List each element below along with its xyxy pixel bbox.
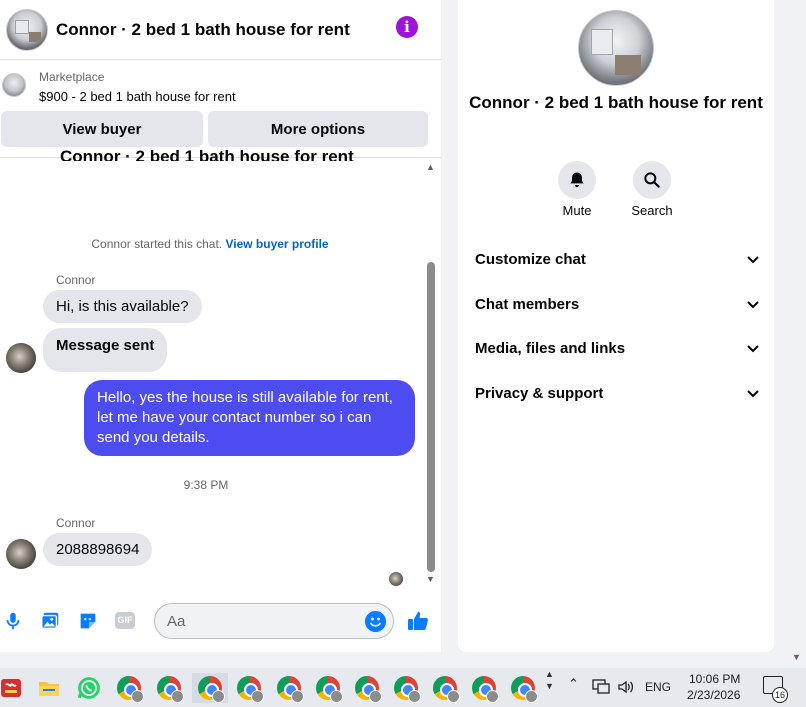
taskbar-chrome-profile[interactable] [508,673,538,703]
search-button[interactable] [633,161,671,199]
listing-avatar[interactable] [6,8,48,51]
taskbar-chrome-profile[interactable] [469,673,499,703]
mute-button[interactable] [558,161,596,199]
network-icon[interactable] [592,679,610,695]
customize-chat-section[interactable]: Customize chat [475,244,760,274]
emoji-icon[interactable] [365,611,386,632]
chrome-icon [433,676,460,703]
taskbar-chrome-profile[interactable] [234,673,264,703]
view-buyer-profile-link[interactable]: View buyer profile [225,237,328,251]
chat-panel: Connor · 2 bed 1 bath house for rent i M… [0,0,441,652]
chat-title[interactable]: Connor · 2 bed 1 bath house for rent [56,20,350,40]
search-icon [644,172,660,188]
taskbar-chrome-profile[interactable] [274,673,304,703]
incoming-message[interactable]: Hi, is this available? [43,290,202,323]
section-label: Chat members [475,295,580,313]
message-timestamp: 9:38 PM [183,478,229,492]
show-hidden-icons-chevron-icon[interactable]: ⌃ [568,676,579,692]
section-label: Customize chat [475,250,586,268]
listing-avatar-large[interactable] [578,10,654,86]
page-scroll-down-icon[interactable]: ▼ [792,652,801,662]
photo-icon[interactable] [39,610,61,632]
scroll-up-icon[interactable]: ▲ [426,162,435,172]
volume-icon[interactable] [617,679,635,695]
section-label: Privacy & support [475,384,604,402]
chrome-icon [198,676,225,703]
taskbar-whatsapp[interactable] [74,673,104,703]
connor-avatar[interactable] [6,539,36,569]
message-input[interactable] [154,603,394,639]
media-files-links-section[interactable]: Media, files and links [475,333,760,363]
search-label: Search [631,203,673,218]
conversation-info-panel: Connor · 2 bed 1 bath house for rent Mut… [458,0,774,652]
chat-scrollbar[interactable]: ▲ ▼ [424,162,438,586]
incoming-message[interactable]: 2088898694 [43,533,153,566]
incoming-message[interactable]: Message sent [43,328,168,372]
chat-members-section[interactable]: Chat members [475,289,760,319]
more-options-button[interactable]: More options [208,111,428,147]
privacy-support-section[interactable]: Privacy & support [475,378,760,408]
taskbar-app-red[interactable] [0,673,26,703]
chrome-icon [117,676,144,703]
chat-started-text: Connor started this chat. [91,237,223,251]
folder-icon [39,682,59,696]
conversation-title-text: Connor · 2 bed 1 bath house for rent [60,150,354,161]
marketplace-bar: Marketplace $900 - 2 bed 1 bath house fo… [0,61,441,158]
app-icon [1,679,21,697]
message-composer: GIF [0,600,441,644]
taskbar-chrome-profile[interactable] [313,673,343,703]
chevron-down-icon [747,301,759,309]
chevron-down-icon [747,256,759,264]
chrome-icon [355,676,382,703]
taskbar-chrome-profile[interactable] [154,673,184,703]
clock-date[interactable]: 2/23/2026 [687,688,740,702]
chrome-icon [316,676,343,703]
taskbar-chrome-profile-active[interactable] [192,673,228,703]
bell-icon [570,172,584,188]
thumbs-up-icon[interactable] [406,609,430,633]
clock-time[interactable]: 10:06 PM [689,672,740,686]
scroll-down-icon[interactable]: ▼ [426,574,435,584]
listing-thumbnail [2,73,26,97]
info-panel-title: Connor · 2 bed 1 bath house for rent [469,93,763,112]
microphone-icon[interactable] [2,610,24,632]
sender-name: Connor [56,516,96,530]
chrome-icon [472,676,499,703]
whatsapp-icon [77,677,100,699]
conversation-info-icon[interactable]: i [396,16,418,38]
section-label: Media, files and links [475,339,626,357]
chat-header: Connor · 2 bed 1 bath house for rent i [0,0,441,60]
notification-count-badge: 16 [772,687,788,703]
taskbar-overflow-chevrons-icon[interactable]: ▲ ▼ [545,668,554,692]
scrollbar-thumb[interactable] [427,262,435,572]
mute-label: Mute [562,203,592,218]
language-indicator[interactable]: ENG [645,680,671,694]
chat-started-notice: Connor started this chat. View buyer pro… [0,237,420,251]
view-buyer-button[interactable]: View buyer [1,111,203,147]
connor-avatar[interactable] [6,343,36,373]
marketplace-label: Marketplace [39,70,105,84]
chrome-icon [277,676,304,703]
sticker-icon[interactable] [77,610,99,632]
chrome-icon [237,676,264,703]
taskbar-chrome-profile[interactable] [114,673,144,703]
taskbar-chrome-profile[interactable] [391,673,421,703]
chrome-icon [157,676,184,703]
chevron-down-icon [747,345,759,353]
outgoing-message[interactable]: Hello, yes the house is still available … [84,380,415,456]
taskbar-chrome-profile[interactable] [430,673,460,703]
seen-indicator-avatar [389,572,403,586]
chevron-down-icon [747,390,759,398]
windows-taskbar: ⌃ ENG 10:06 PM 2/23/2026 16 [0,668,806,707]
chrome-icon [511,676,538,703]
chrome-icon [394,676,421,703]
listing-summary: $900 - 2 bed 1 bath house for rent [39,89,236,104]
sender-name: Connor [56,273,96,287]
taskbar-file-explorer[interactable] [34,673,64,703]
conversation-title-partial: Connor · 2 bed 1 bath house for rent [60,150,354,161]
taskbar-chrome-profile[interactable] [352,673,382,703]
gif-icon[interactable]: GIF [115,612,135,629]
